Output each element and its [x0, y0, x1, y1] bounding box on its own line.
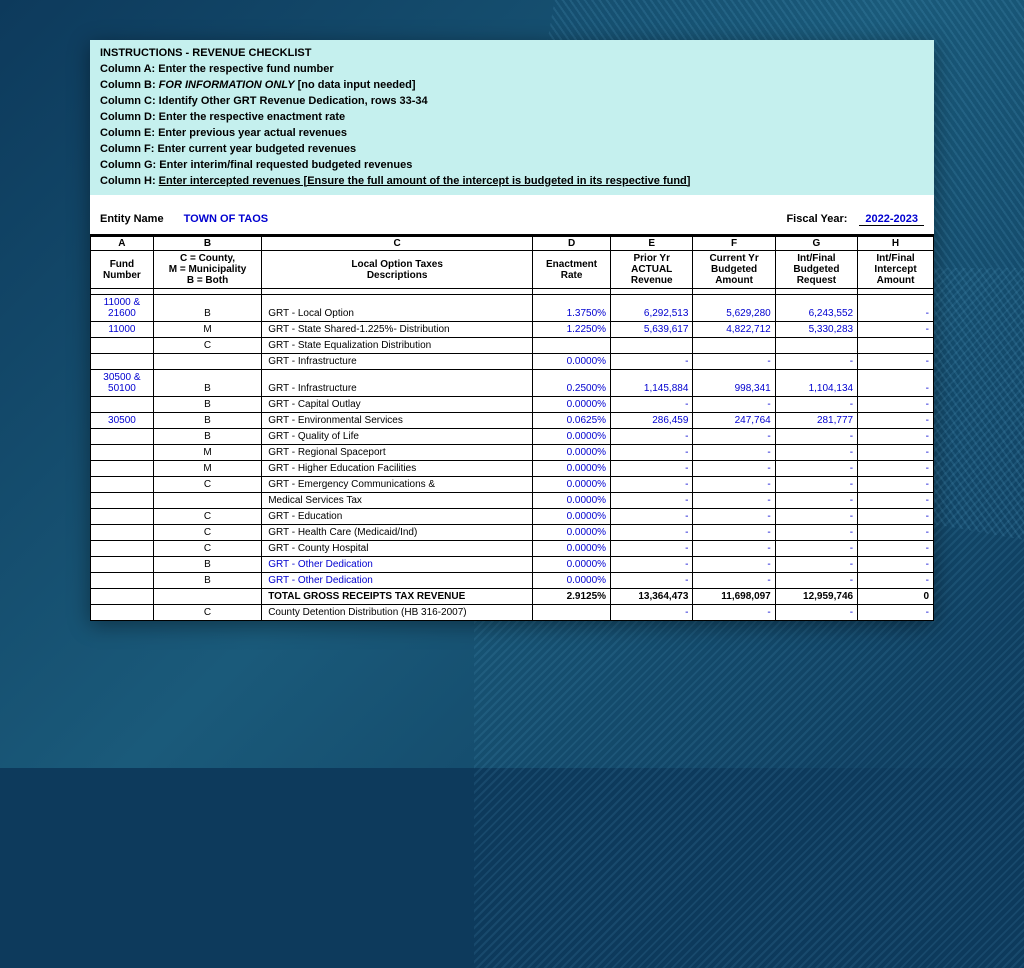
table-row: 30500 & 50100BGRT - Infrastructure0.2500… [91, 370, 934, 397]
col-letter-d: D [533, 237, 611, 251]
instruction-line: Column E: Enter previous year actual rev… [100, 126, 924, 142]
header-enactment-rate: Enactment Rate [533, 251, 611, 289]
instruction-line: Column H: Enter intercepted revenues [En… [100, 174, 924, 190]
table-row: CGRT - Education0.0000%---- [91, 509, 934, 525]
instruction-line: Column B: FOR INFORMATION ONLY [no data … [100, 78, 924, 94]
table-row: CGRT - Emergency Communications &0.0000%… [91, 477, 934, 493]
table-row: BGRT - Other Dedication0.0000%---- [91, 557, 934, 573]
header-description: Local Option Taxes Descriptions [262, 251, 533, 289]
entity-label: Entity Name [100, 213, 164, 226]
header-intercept: Int/Final Intercept Amount [858, 251, 934, 289]
fiscal-year-value: 2022-2023 [859, 213, 924, 226]
instructions-title: INSTRUCTIONS - REVENUE CHECKLIST [100, 46, 924, 62]
table-row: MGRT - Regional Spaceport0.0000%---- [91, 445, 934, 461]
entity-name: TOWN OF TAOS [184, 213, 269, 226]
table-row: MGRT - Higher Education Facilities0.0000… [91, 461, 934, 477]
table-row: 11000 & 21600BGRT - Local Option1.3750%6… [91, 295, 934, 322]
table-row: CCounty Detention Distribution (HB 316-2… [91, 605, 934, 621]
table-row: GRT - Infrastructure0.0000%---- [91, 354, 934, 370]
column-headers-row: Fund Number C = County, M = Municipality… [91, 251, 934, 289]
spreadsheet: INSTRUCTIONS - REVENUE CHECKLIST Column … [90, 40, 934, 621]
table-row: Medical Services Tax0.0000%---- [91, 493, 934, 509]
meta-row: Entity Name TOWN OF TAOS Fiscal Year: 20… [90, 195, 934, 236]
table-row: BGRT - Capital Outlay0.0000%---- [91, 397, 934, 413]
header-current-yr: Current Yr Budgeted Amount [693, 251, 775, 289]
col-letter-e: E [611, 237, 693, 251]
col-letter-c: C [262, 237, 533, 251]
col-letter-g: G [775, 237, 857, 251]
header-fund-number: Fund Number [91, 251, 154, 289]
table-row: BGRT - Quality of Life0.0000%---- [91, 429, 934, 445]
col-letter-h: H [858, 237, 934, 251]
table-row: BGRT - Other Dedication0.0000%---- [91, 573, 934, 589]
header-jurisdiction: C = County, M = Municipality B = Both [153, 251, 261, 289]
header-prior-yr: Prior Yr ACTUAL Revenue [611, 251, 693, 289]
table-row: 30500BGRT - Environmental Services0.0625… [91, 413, 934, 429]
fiscal-year-label: Fiscal Year: [786, 213, 847, 226]
instruction-line: Column A: Enter the respective fund numb… [100, 62, 924, 78]
revenue-table: A B C D E F G H Fund Number C = County, … [90, 236, 934, 621]
col-letter-f: F [693, 237, 775, 251]
instructions-block: INSTRUCTIONS - REVENUE CHECKLIST Column … [90, 40, 934, 195]
col-letter-b: B [153, 237, 261, 251]
table-row: TOTAL GROSS RECEIPTS TAX REVENUE2.9125%1… [91, 589, 934, 605]
table-row: CGRT - State Equalization Distribution [91, 338, 934, 354]
table-row: 11000MGRT - State Shared-1.225%- Distrib… [91, 322, 934, 338]
table-body: 11000 & 21600BGRT - Local Option1.3750%6… [91, 289, 934, 621]
table-row: CGRT - County Hospital0.0000%---- [91, 541, 934, 557]
instruction-line: Column D: Enter the respective enactment… [100, 110, 924, 126]
instruction-line: Column C: Identify Other GRT Revenue Ded… [100, 94, 924, 110]
header-int-final-req: Int/Final Budgeted Request [775, 251, 857, 289]
col-letter-a: A [91, 237, 154, 251]
column-letters-row: A B C D E F G H [91, 237, 934, 251]
instruction-line: Column F: Enter current year budgeted re… [100, 142, 924, 158]
instruction-line: Column G: Enter interim/final requested … [100, 158, 924, 174]
table-row: CGRT - Health Care (Medicaid/Ind)0.0000%… [91, 525, 934, 541]
